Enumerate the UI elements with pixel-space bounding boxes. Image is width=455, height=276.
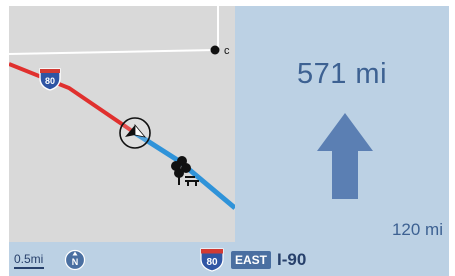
navigation-screen: c 80 571 mi 120 mi 0.5mi N 80 EAST I-90 (0, 0, 455, 276)
compass-label: N (72, 257, 79, 267)
next-maneuver-distance: 571 mi (296, 58, 388, 90)
guidance-panel: 571 mi 120 mi (235, 6, 449, 242)
svg-text:c: c (224, 45, 230, 57)
vehicle-position-icon (119, 117, 151, 149)
direction-badge: EAST (231, 251, 272, 269)
compass-icon[interactable]: N (64, 249, 86, 271)
map-canvas[interactable]: c 80 (9, 6, 235, 242)
road-name: I-90 (277, 250, 307, 269)
map-scale-label: 0.5mi (14, 252, 44, 266)
straight-arrow-icon (315, 111, 375, 201)
map-shield-number: 80 (45, 76, 55, 86)
secondary-distance: 120 mi (391, 220, 443, 239)
map-view[interactable]: c 80 (9, 6, 235, 242)
current-road-info: 80 EAST I-90 (199, 248, 306, 272)
interstate-shield-icon: 80 (200, 248, 224, 272)
route-shield-number: 80 (206, 257, 218, 268)
status-bar: 0.5mi N 80 EAST I-90 (9, 242, 449, 276)
highway-shield-icon: 80 (39, 68, 61, 91)
map-scale-bar (14, 267, 44, 269)
